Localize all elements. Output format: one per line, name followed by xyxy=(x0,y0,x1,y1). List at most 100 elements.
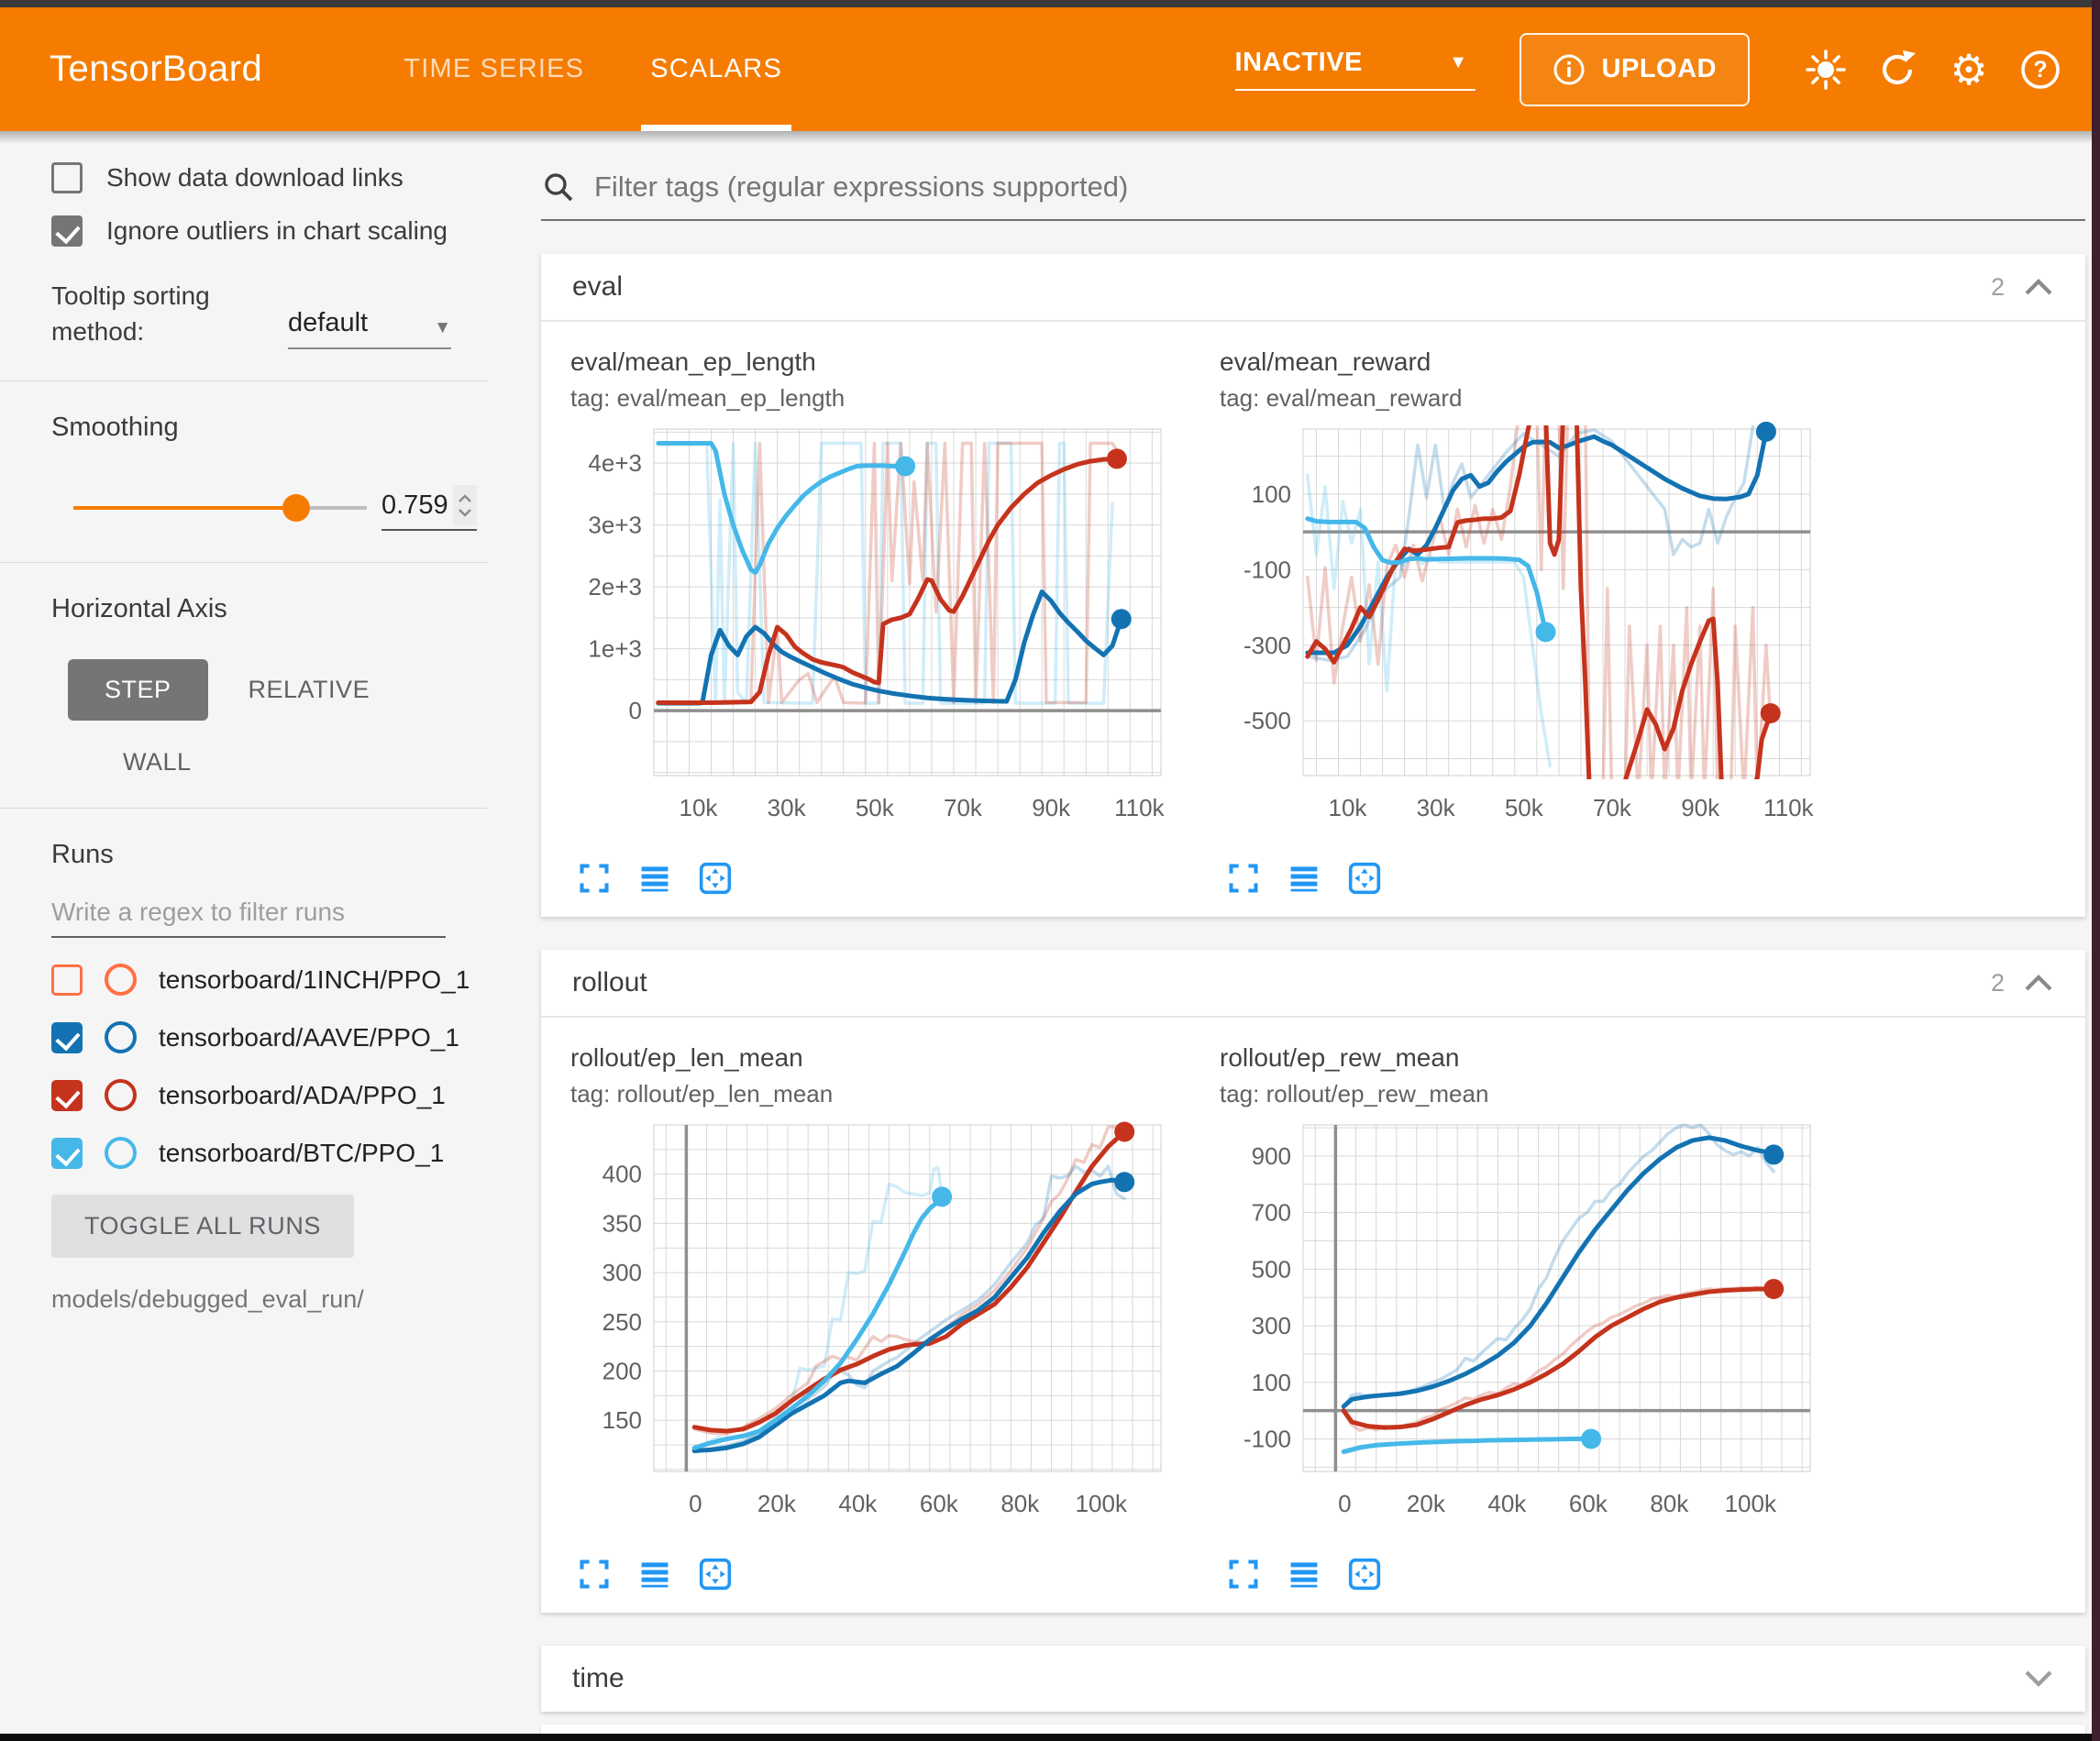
section-rollout-header[interactable]: rollout 2 xyxy=(541,950,2085,1018)
data-table-icon[interactable] xyxy=(1288,862,1321,895)
fit-domain-icon[interactable] xyxy=(1348,1558,1381,1591)
svg-text:90k: 90k xyxy=(1032,794,1071,821)
expand-chart-icon[interactable] xyxy=(578,862,611,895)
info-icon xyxy=(1553,53,1586,86)
run-name: tensorboard/AAVE/PPO_1 xyxy=(159,1023,459,1052)
svg-text:250: 250 xyxy=(602,1308,642,1336)
ignore-outliers-row[interactable]: Ignore outliers in chart scaling xyxy=(51,215,488,247)
run-color-swatch xyxy=(105,964,137,996)
run-color-swatch xyxy=(105,1021,137,1053)
main-content: eval 2 eval/mean_ep_length tag: eval/mea… xyxy=(488,131,2100,1741)
app-header: TensorBoard TIME SERIES SCALARS INACTIVE… xyxy=(0,7,2100,131)
fit-domain-icon[interactable] xyxy=(1348,862,1381,895)
brightness-icon[interactable] xyxy=(1799,43,1852,96)
chevron-up-icon[interactable] xyxy=(2023,973,2054,993)
svg-text:-500: -500 xyxy=(1243,707,1291,734)
upload-button[interactable]: UPLOAD xyxy=(1520,33,1750,106)
line-chart[interactable]: -100100300500700900020k40k60k80k100k xyxy=(1216,1118,1821,1548)
toggle-all-runs-button[interactable]: TOGGLE ALL RUNS xyxy=(51,1195,354,1258)
svg-text:10k: 10k xyxy=(1329,794,1368,821)
svg-text:0: 0 xyxy=(1338,1490,1351,1517)
data-table-icon[interactable] xyxy=(638,1558,671,1591)
run-checkbox[interactable] xyxy=(51,964,83,996)
svg-text:?: ? xyxy=(2033,57,2047,83)
run-checkbox[interactable] xyxy=(51,1080,83,1111)
data-table-icon[interactable] xyxy=(1288,1558,1321,1591)
svg-text:30k: 30k xyxy=(1417,794,1456,821)
svg-text:70k: 70k xyxy=(944,794,983,821)
chart-tag: tag: eval/mean_ep_length xyxy=(570,384,1174,413)
axis-relative-button[interactable]: RELATIVE xyxy=(249,676,370,704)
slider-thumb[interactable] xyxy=(282,494,310,522)
run-row-ada[interactable]: tensorboard/ADA/PPO_1 xyxy=(51,1079,488,1111)
fit-domain-icon[interactable] xyxy=(699,862,732,895)
filter-tags-input[interactable] xyxy=(594,171,2085,204)
tooltip-sorting-dropdown[interactable]: default ▼ xyxy=(288,278,451,349)
run-row-aave[interactable]: tensorboard/AAVE/PPO_1 xyxy=(51,1021,488,1053)
status-dropdown[interactable]: INACTIVE ▼ xyxy=(1235,48,1476,91)
svg-text:400: 400 xyxy=(602,1161,642,1188)
svg-text:100: 100 xyxy=(1252,480,1291,508)
checkbox-checked[interactable] xyxy=(51,215,83,247)
help-icon[interactable]: ? xyxy=(2014,43,2067,96)
tab-bar: TIME SERIES SCALARS xyxy=(370,7,815,131)
chevron-up-icon[interactable] xyxy=(2023,277,2054,297)
run-checkbox[interactable] xyxy=(51,1022,83,1053)
run-name: tensorboard/1INCH/PPO_1 xyxy=(159,965,470,995)
chart-title: rollout/ep_len_mean xyxy=(570,1043,1174,1073)
svg-text:20k: 20k xyxy=(757,1490,797,1517)
run-color-swatch xyxy=(105,1137,137,1169)
line-chart[interactable]: 150200250300350400020k40k60k80k100k xyxy=(567,1118,1172,1548)
show-download-links-row[interactable]: Show data download links xyxy=(51,162,488,193)
run-name: tensorboard/BTC/PPO_1 xyxy=(159,1139,444,1168)
run-row-1inch[interactable]: tensorboard/1INCH/PPO_1 xyxy=(51,964,488,996)
section-eval-header[interactable]: eval 2 xyxy=(541,254,2085,322)
chart-card-rollout-ep-rew-mean: rollout/ep_rew_mean tag: rollout/ep_rew_… xyxy=(1216,1043,1823,1605)
svg-text:2e+3: 2e+3 xyxy=(588,573,642,601)
run-row-btc[interactable]: tensorboard/BTC/PPO_1 xyxy=(51,1137,488,1169)
checkbox-unchecked[interactable] xyxy=(51,162,83,193)
tooltip-sorting-row: Tooltip sorting method: default ▼ xyxy=(51,278,451,349)
line-chart[interactable]: 100-100-300-50010k30k50k70k90k110k xyxy=(1216,422,1821,853)
svg-text:30k: 30k xyxy=(768,794,807,821)
slider-fill xyxy=(73,506,296,510)
smoothing-slider[interactable] xyxy=(73,506,367,510)
divider xyxy=(0,562,488,563)
svg-text:350: 350 xyxy=(602,1209,642,1237)
svg-text:60k: 60k xyxy=(1569,1490,1608,1517)
chevron-down-icon: ▼ xyxy=(434,318,451,338)
axis-step-button[interactable]: STEP xyxy=(68,659,208,721)
data-table-icon[interactable] xyxy=(638,862,671,895)
runs-filter-input[interactable] xyxy=(51,898,446,927)
run-checkbox[interactable] xyxy=(51,1138,83,1169)
axis-wall-button[interactable]: WALL xyxy=(123,748,192,776)
chart-title: rollout/ep_rew_mean xyxy=(1220,1043,1823,1073)
chart-card-eval-mean-reward: eval/mean_reward tag: eval/mean_reward 1… xyxy=(1216,347,1823,909)
svg-text:20k: 20k xyxy=(1407,1490,1446,1517)
chart-card-eval-mean-ep-length: eval/mean_ep_length tag: eval/mean_ep_le… xyxy=(567,347,1174,909)
line-chart[interactable]: 01e+32e+33e+34e+310k30k50k70k90k110k xyxy=(567,422,1172,853)
smoothing-value-box xyxy=(381,485,477,531)
svg-text:1e+3: 1e+3 xyxy=(588,635,642,663)
tab-scalars[interactable]: SCALARS xyxy=(617,7,815,131)
expand-chart-icon[interactable] xyxy=(1227,1558,1260,1591)
expand-chart-icon[interactable] xyxy=(578,1558,611,1591)
refresh-icon[interactable] xyxy=(1871,43,1924,96)
svg-text:110k: 110k xyxy=(1763,794,1814,821)
svg-text:90k: 90k xyxy=(1681,794,1720,821)
chart-card-rollout-ep-len-mean: rollout/ep_len_mean tag: rollout/ep_len_… xyxy=(567,1043,1174,1605)
smoothing-value-input[interactable] xyxy=(381,490,453,521)
gear-icon[interactable]: ⚙ xyxy=(1942,43,1995,96)
expand-chart-icon[interactable] xyxy=(1227,862,1260,895)
runs-filter-field xyxy=(51,898,446,938)
chevron-down-icon[interactable] xyxy=(2023,1669,2054,1689)
tab-time-series[interactable]: TIME SERIES xyxy=(370,7,617,131)
svg-text:100: 100 xyxy=(1252,1369,1291,1396)
section-time-header[interactable]: time xyxy=(541,1646,2085,1712)
svg-text:4e+3: 4e+3 xyxy=(588,449,642,477)
number-stepper[interactable] xyxy=(453,485,477,525)
svg-text:500: 500 xyxy=(1252,1255,1291,1283)
fit-domain-icon[interactable] xyxy=(699,1558,732,1591)
filter-tags-field xyxy=(541,170,2085,221)
chart-tag: tag: rollout/ep_len_mean xyxy=(570,1080,1174,1108)
